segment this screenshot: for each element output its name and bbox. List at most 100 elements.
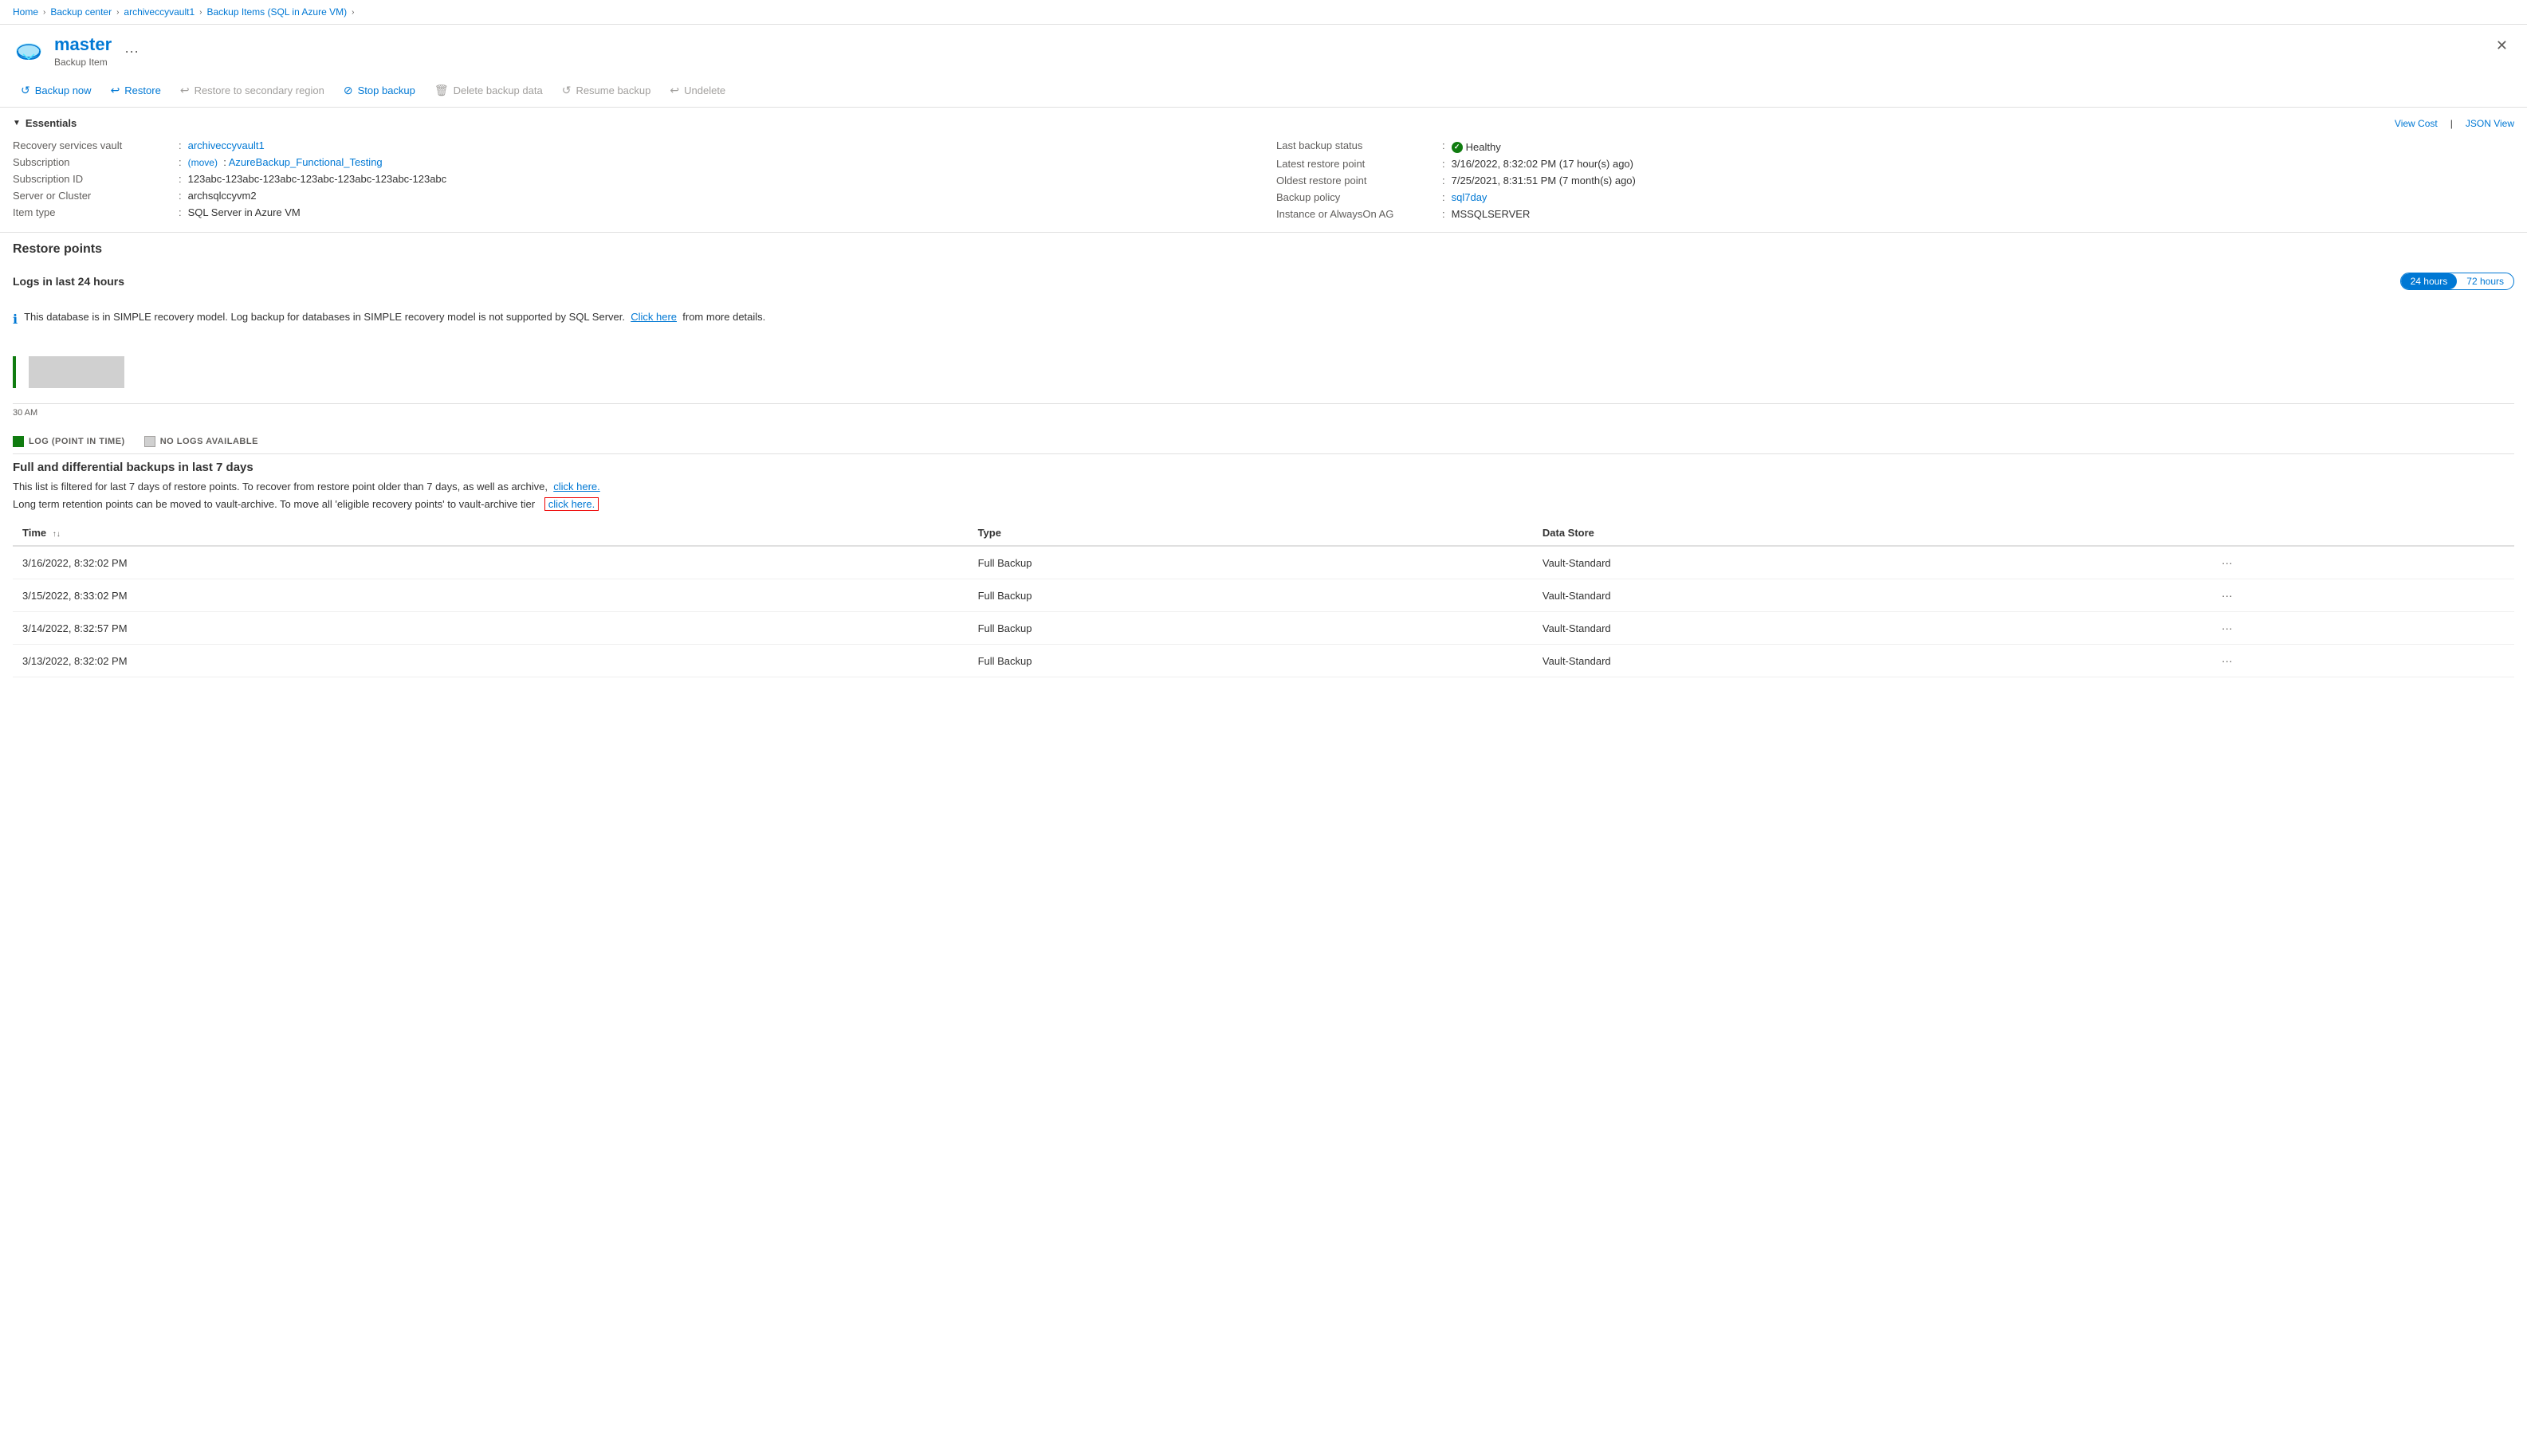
restore-points-section: Restore points — [0, 233, 2527, 257]
row-menu-cell: ··· — [2207, 546, 2514, 579]
row-type: Full Backup — [969, 546, 1533, 579]
essentials-row-latest-restore: Latest restore point : 3/16/2022, 8:32:0… — [1276, 155, 2514, 172]
no-logs-bar — [29, 356, 124, 388]
filter-text-prefix: This list is filtered for last 7 days of… — [13, 481, 548, 493]
status-healthy-icon — [1452, 142, 1463, 153]
info-icon: ℹ — [13, 312, 18, 328]
legend-area: LOG (POINT IN TIME) NO LOGS AVAILABLE — [0, 417, 2527, 453]
delete-backup-button[interactable]: 🗑 Delete backup data — [426, 79, 551, 102]
stop-backup-label: Stop backup — [358, 84, 415, 96]
essentials-row-oldest-restore: Oldest restore point : 7/25/2021, 8:31:5… — [1276, 172, 2514, 189]
latest-restore-value: 3/16/2022, 8:32:02 PM (17 hour(s) ago) — [1452, 158, 1633, 170]
legend-log-label: LOG (POINT IN TIME) — [29, 437, 125, 446]
breadcrumb-backup-items[interactable]: Backup Items (SQL in Azure VM) — [206, 6, 347, 18]
col-time-label: Time — [22, 527, 46, 539]
page-header: master Backup Item ··· ✕ — [0, 25, 2527, 74]
legend-no-logs: NO LOGS AVAILABLE — [144, 436, 258, 447]
row-time: 3/15/2022, 8:33:02 PM — [13, 579, 969, 612]
log-bar — [13, 356, 16, 388]
info-banner: ℹ This database is in SIMPLE recovery mo… — [0, 304, 2527, 334]
resume-backup-icon: ↺ — [562, 84, 572, 97]
row-menu-button[interactable]: ··· — [2217, 620, 2238, 636]
info-message-suffix: from more details. — [682, 311, 765, 323]
essentials-right: Last backup status : Healthy Latest rest… — [1276, 137, 2514, 222]
row-data-store: Vault-Standard — [1533, 546, 2207, 579]
undelete-button[interactable]: ↩ Undelete — [662, 79, 733, 102]
instance-label: Instance or AlwaysOn AG — [1276, 208, 1436, 220]
stop-backup-button[interactable]: ⊘ Stop backup — [336, 79, 423, 102]
server-label: Server or Cluster — [13, 190, 172, 202]
essentials-section: ▼ Essentials View Cost | JSON View Recov… — [0, 108, 2527, 233]
page-icon — [13, 35, 45, 67]
legend-gray-color — [144, 436, 155, 447]
server-value: archsqlccyvm2 — [188, 190, 257, 202]
info-message-prefix: This database is in SIMPLE recovery mode… — [24, 311, 625, 323]
toolbar: ↺ Backup now ↩ Restore ↩ Restore to seco… — [0, 74, 2527, 108]
delete-backup-icon: 🗑 — [434, 84, 449, 97]
info-click-here-link[interactable]: Click here — [631, 311, 677, 323]
retention-text-prefix: Long term retention points can be moved … — [13, 498, 535, 510]
backup-table: Time ↑↓ Type Data Store 3/16/2022, 8:32:… — [13, 520, 2514, 677]
col-actions — [2207, 520, 2514, 546]
essentials-row-item-type: Item type : SQL Server in Azure VM — [13, 204, 1251, 221]
restore-label: Restore — [124, 84, 161, 96]
instance-value: MSSQLSERVER — [1452, 208, 1531, 220]
vault-link[interactable]: archiveccyvault1 — [188, 139, 265, 151]
breadcrumb-backup-center[interactable]: Backup center — [50, 6, 112, 18]
essentials-grid: Recovery services vault : archiveccyvaul… — [13, 137, 2514, 222]
chevron-down-icon: ▼ — [13, 119, 21, 128]
filter-info2: Long term retention points can be moved … — [13, 497, 2514, 511]
subscription-link[interactable]: AzureBackup_Functional_Testing — [229, 156, 383, 168]
page-title: master — [54, 34, 112, 55]
retention-link[interactable]: click here. — [544, 497, 599, 511]
logs-heading: Logs in last 24 hours — [13, 275, 124, 288]
backup-now-icon: ↺ — [21, 84, 30, 97]
legend-no-logs-label: NO LOGS AVAILABLE — [160, 437, 258, 446]
chart-time-label: 30 AM — [13, 408, 37, 418]
vault-label: Recovery services vault — [13, 139, 172, 151]
json-view-link[interactable]: JSON View — [2466, 118, 2514, 129]
table-row: 3/14/2022, 8:32:57 PM Full Backup Vault-… — [13, 612, 2514, 645]
chart-timeline: 30 AM — [13, 340, 2514, 404]
restore-button[interactable]: ↩ Restore — [103, 79, 169, 102]
logs-section: Logs in last 24 hours 24 hours 72 hours — [0, 266, 2527, 304]
row-data-store: Vault-Standard — [1533, 612, 2207, 645]
resume-backup-button[interactable]: ↺ Resume backup — [554, 79, 659, 102]
essentials-left: Recovery services vault : archiveccyvaul… — [13, 137, 1251, 222]
time-72h-button[interactable]: 72 hours — [2457, 273, 2513, 289]
row-menu-button[interactable]: ··· — [2217, 653, 2238, 669]
stop-backup-icon: ⊘ — [344, 84, 353, 97]
restore-secondary-button[interactable]: ↩ Restore to secondary region — [172, 79, 332, 102]
close-button[interactable]: ✕ — [2490, 34, 2514, 57]
essentials-row-policy: Backup policy : sql7day — [1276, 189, 2514, 206]
breadcrumb-vault[interactable]: archiveccyvault1 — [124, 6, 195, 18]
backup-status-value: Healthy — [1452, 141, 1501, 153]
move-link[interactable]: (move) — [188, 157, 218, 168]
breadcrumb-home[interactable]: Home — [13, 6, 38, 18]
col-time[interactable]: Time ↑↓ — [13, 520, 969, 546]
restore-points-heading: Restore points — [13, 242, 2514, 257]
row-menu-button[interactable]: ··· — [2217, 555, 2238, 571]
undelete-label: Undelete — [684, 84, 725, 96]
policy-link[interactable]: sql7day — [1452, 191, 1488, 203]
row-menu-button[interactable]: ··· — [2217, 587, 2238, 603]
subscription-label: Subscription — [13, 156, 172, 168]
legend-log: LOG (POINT IN TIME) — [13, 436, 125, 447]
backup-now-button[interactable]: ↺ Backup now — [13, 79, 100, 102]
row-time: 3/13/2022, 8:32:02 PM — [13, 645, 969, 677]
restore-secondary-icon: ↩ — [180, 84, 190, 97]
view-cost-link[interactable]: View Cost — [2395, 118, 2438, 129]
col-type: Type — [969, 520, 1533, 546]
essentials-row-vault: Recovery services vault : archiveccyvaul… — [13, 137, 1251, 154]
oldest-restore-value: 7/25/2021, 8:31:51 PM (7 month(s) ago) — [1452, 175, 1636, 186]
time-24h-button[interactable]: 24 hours — [2401, 273, 2458, 289]
legend-green-color — [13, 436, 24, 447]
vault-value: archiveccyvault1 — [188, 139, 265, 151]
essentials-toggle[interactable]: ▼ Essentials — [13, 117, 77, 129]
chart-area: 30 AM — [0, 334, 2527, 410]
filter-link1[interactable]: click here. — [553, 481, 600, 493]
full-backups-section: Full and differential backups in last 7 … — [0, 454, 2527, 684]
header-more-menu[interactable]: ··· — [121, 40, 142, 63]
delete-backup-label: Delete backup data — [454, 84, 543, 96]
table-header-row: Time ↑↓ Type Data Store — [13, 520, 2514, 546]
